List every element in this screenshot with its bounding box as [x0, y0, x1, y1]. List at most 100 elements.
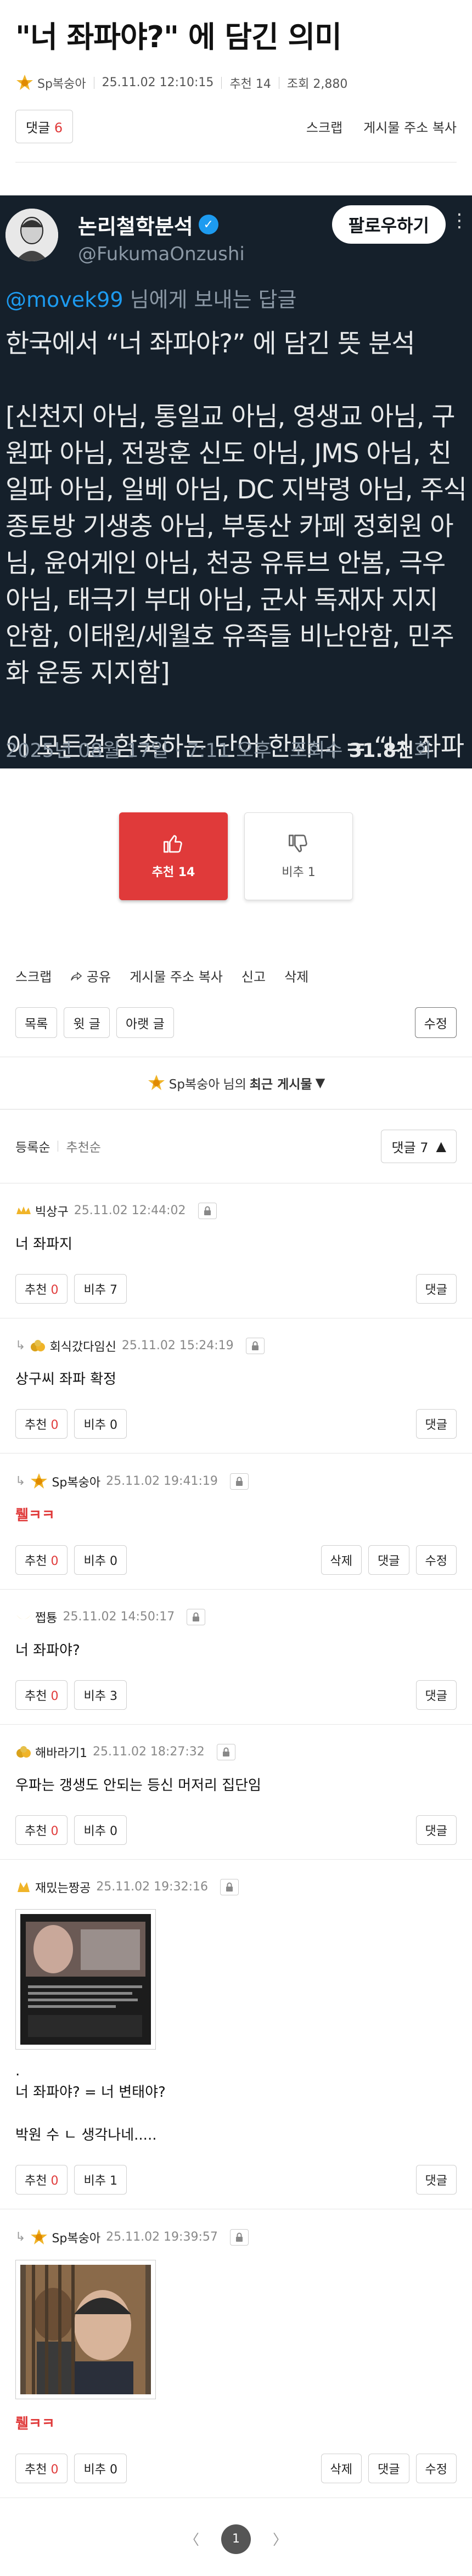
post-header: "너 좌파야?" 에 담긴 의미 Sp복숭아 25.11.02 12:10:15…	[0, 0, 472, 162]
comment-not-recommend-button[interactable]: 비추 0	[74, 1408, 127, 1439]
comment-vote: 추천 0 비추 7	[15, 1273, 127, 1304]
lock-icon[interactable]	[216, 1743, 235, 1760]
comment-reply-button[interactable]: 댓글	[415, 1680, 457, 1710]
lock-icon[interactable]	[198, 1202, 217, 1219]
recommend-button[interactable]: 추천 14	[119, 812, 228, 900]
comment-reply-button[interactable]: 댓글	[415, 1273, 457, 1304]
comment-reply-button[interactable]: 댓글	[415, 1815, 457, 1845]
comment-image[interactable]	[15, 1909, 156, 2050]
comment-text: 너 좌파지	[15, 1236, 72, 1253]
comment-vote: 추천 0 비추 0	[15, 1545, 127, 1575]
comment-not-recommend-button[interactable]: 비추 3	[74, 1680, 127, 1710]
level-badge-icon	[16, 1746, 31, 1758]
comment-user-row: 쩝툥 25.11.02 14:50:17	[15, 1608, 457, 1626]
comment-count-button[interactable]: 댓글 6	[15, 109, 74, 143]
comment-author[interactable]: Sp복숭아	[52, 2229, 100, 2246]
comment-author[interactable]: 쩝툥	[35, 1608, 57, 1626]
sort-recommend[interactable]: 추천순	[66, 1137, 100, 1155]
lock-icon[interactable]	[220, 1878, 239, 1895]
comment-date: 25.11.02 15:24:19	[121, 1339, 234, 1352]
comment-date: 25.11.02 19:39:57	[106, 2230, 218, 2244]
thumbs-up-icon	[164, 834, 182, 852]
edit-button[interactable]: 수정	[414, 1007, 457, 1038]
caret-down-icon: ▼	[315, 1075, 325, 1090]
scrap-tool[interactable]: 스크랩	[15, 966, 52, 985]
tweet-user: 논리철학분석 ✓ @FukumaOnzushi	[78, 210, 245, 265]
tweet-avatar	[5, 208, 58, 261]
level-badge-icon	[16, 1614, 31, 1619]
comment-recommend-button[interactable]: 추천 0	[15, 1408, 68, 1439]
comment-not-recommend-button[interactable]: 비추 7	[74, 1273, 127, 1304]
copy-address-link[interactable]: 게시물 주소 복사	[363, 117, 457, 136]
report-tool[interactable]: 신고	[241, 966, 266, 985]
comment-text: 상구씨 좌파 확정	[15, 1371, 116, 1388]
comment-recommend-button[interactable]: 추천 0	[15, 1273, 68, 1304]
comment-recommend-button[interactable]: 추천 0	[15, 1545, 68, 1575]
share-tool[interactable]: 공유	[70, 966, 111, 985]
sort-registered[interactable]: 등록순	[15, 1137, 50, 1155]
prev-post-button[interactable]: 윗 글	[64, 1007, 110, 1038]
recent-label: 최근 게시물	[249, 1077, 312, 1092]
current-page[interactable]: 1	[221, 2524, 251, 2554]
level-badge-icon	[31, 2229, 48, 2244]
comment-right-actions: 댓글	[415, 1680, 457, 1710]
not-recommend-button[interactable]: 비추 1	[244, 812, 353, 900]
comment-actions: 추천 0 비추 3 댓글	[15, 1680, 457, 1710]
comment-count-toggle[interactable]: 댓글 7 ▲	[381, 1129, 457, 1163]
comment-author[interactable]: 빅상구	[35, 1202, 69, 1220]
comment-up-label: 추천	[25, 1554, 47, 1568]
comment-image[interactable]	[15, 2259, 156, 2399]
comment-date: 25.11.02 19:41:19	[106, 1474, 218, 1488]
comment-reply-button[interactable]: 댓글	[415, 2164, 457, 2195]
not-recommend-label: 비추 1	[282, 865, 316, 879]
tweet-handle: @FukumaOnzushi	[78, 243, 245, 265]
comment-vote: 추천 0 비추 3	[15, 1680, 127, 1710]
comment-right-actions: 댓글	[415, 1815, 457, 1845]
list-button[interactable]: 목록	[15, 1007, 58, 1038]
comment-reply-button[interactable]: 댓글	[368, 1545, 409, 1575]
next-page-icon[interactable]: 〉	[273, 2529, 287, 2549]
comment-author[interactable]: Sp복숭아	[52, 1473, 100, 1490]
comment-not-recommend-button[interactable]: 비추 0	[74, 1815, 127, 1845]
lock-icon[interactable]	[229, 1473, 249, 1490]
caret-up-icon: ▲	[436, 1138, 446, 1154]
delete-tool[interactable]: 삭제	[284, 966, 308, 985]
comment-up-count: 0	[50, 1418, 59, 1432]
comment-edit-button[interactable]: 수정	[415, 2453, 457, 2483]
lock-icon[interactable]	[229, 2229, 249, 2246]
comment-reply-item: ↳ Sp복숭아 25.11.02 19:41:19 뤨ㅋㅋ 추천 0 비추 0 …	[0, 1453, 472, 1590]
comment-recommend-button[interactable]: 추천 0	[15, 1680, 68, 1710]
comment-date: 25.11.02 19:32:16	[96, 1880, 208, 1894]
level-badge-icon	[148, 1074, 165, 1090]
prev-page-icon[interactable]: 〈	[185, 2529, 199, 2549]
comment-delete-button[interactable]: 삭제	[321, 2453, 362, 2483]
next-post-button[interactable]: 아랫 글	[116, 1007, 174, 1038]
comment-author[interactable]: 회식갔다임신	[49, 1337, 116, 1355]
comment-author[interactable]: 재밌는짱공	[35, 1878, 91, 1896]
comment-edit-button[interactable]: 수정	[415, 1545, 457, 1575]
meta-divider	[221, 76, 222, 89]
comment-recommend-button[interactable]: 추천 0	[15, 2453, 68, 2483]
comment-up-label: 추천	[25, 2174, 47, 2188]
tweet-views: 31.8천	[349, 739, 414, 762]
post-actions: 댓글 6 스크랩 게시물 주소 복사	[15, 109, 457, 162]
post-author[interactable]: Sp복숭아	[37, 74, 86, 92]
lock-icon[interactable]	[245, 1337, 265, 1354]
comment-up-label: 추천	[25, 1283, 47, 1297]
copy-address-tool[interactable]: 게시물 주소 복사	[130, 966, 223, 985]
lock-icon[interactable]	[187, 1608, 206, 1625]
comment-not-recommend-button[interactable]: 비추 0	[74, 2453, 127, 2483]
reply-arrow-icon: ↳	[15, 2230, 26, 2244]
comment-not-recommend-button[interactable]: 비추 1	[74, 2164, 127, 2195]
comment-author[interactable]: 해바라기1	[35, 1743, 87, 1761]
comment-reply-button[interactable]: 댓글	[415, 1408, 457, 1439]
scrap-link[interactable]: 스크랩	[306, 117, 342, 136]
recent-posts-toggle[interactable]: Sp복숭아 님의 최근 게시물 ▼	[0, 1057, 472, 1109]
comment-not-recommend-button[interactable]: 비추 0	[74, 1545, 127, 1575]
comment-user-row: ↳ 회식갔다임신 25.11.02 15:24:19	[15, 1337, 457, 1355]
comment-recommend-button[interactable]: 추천 0	[15, 2164, 68, 2195]
comment-recommend-button[interactable]: 추천 0	[15, 1815, 68, 1845]
comment-actions: 추천 0 비추 0 삭제 댓글 수정	[15, 2453, 457, 2483]
comment-delete-button[interactable]: 삭제	[321, 1545, 362, 1575]
comment-reply-button[interactable]: 댓글	[368, 2453, 409, 2483]
